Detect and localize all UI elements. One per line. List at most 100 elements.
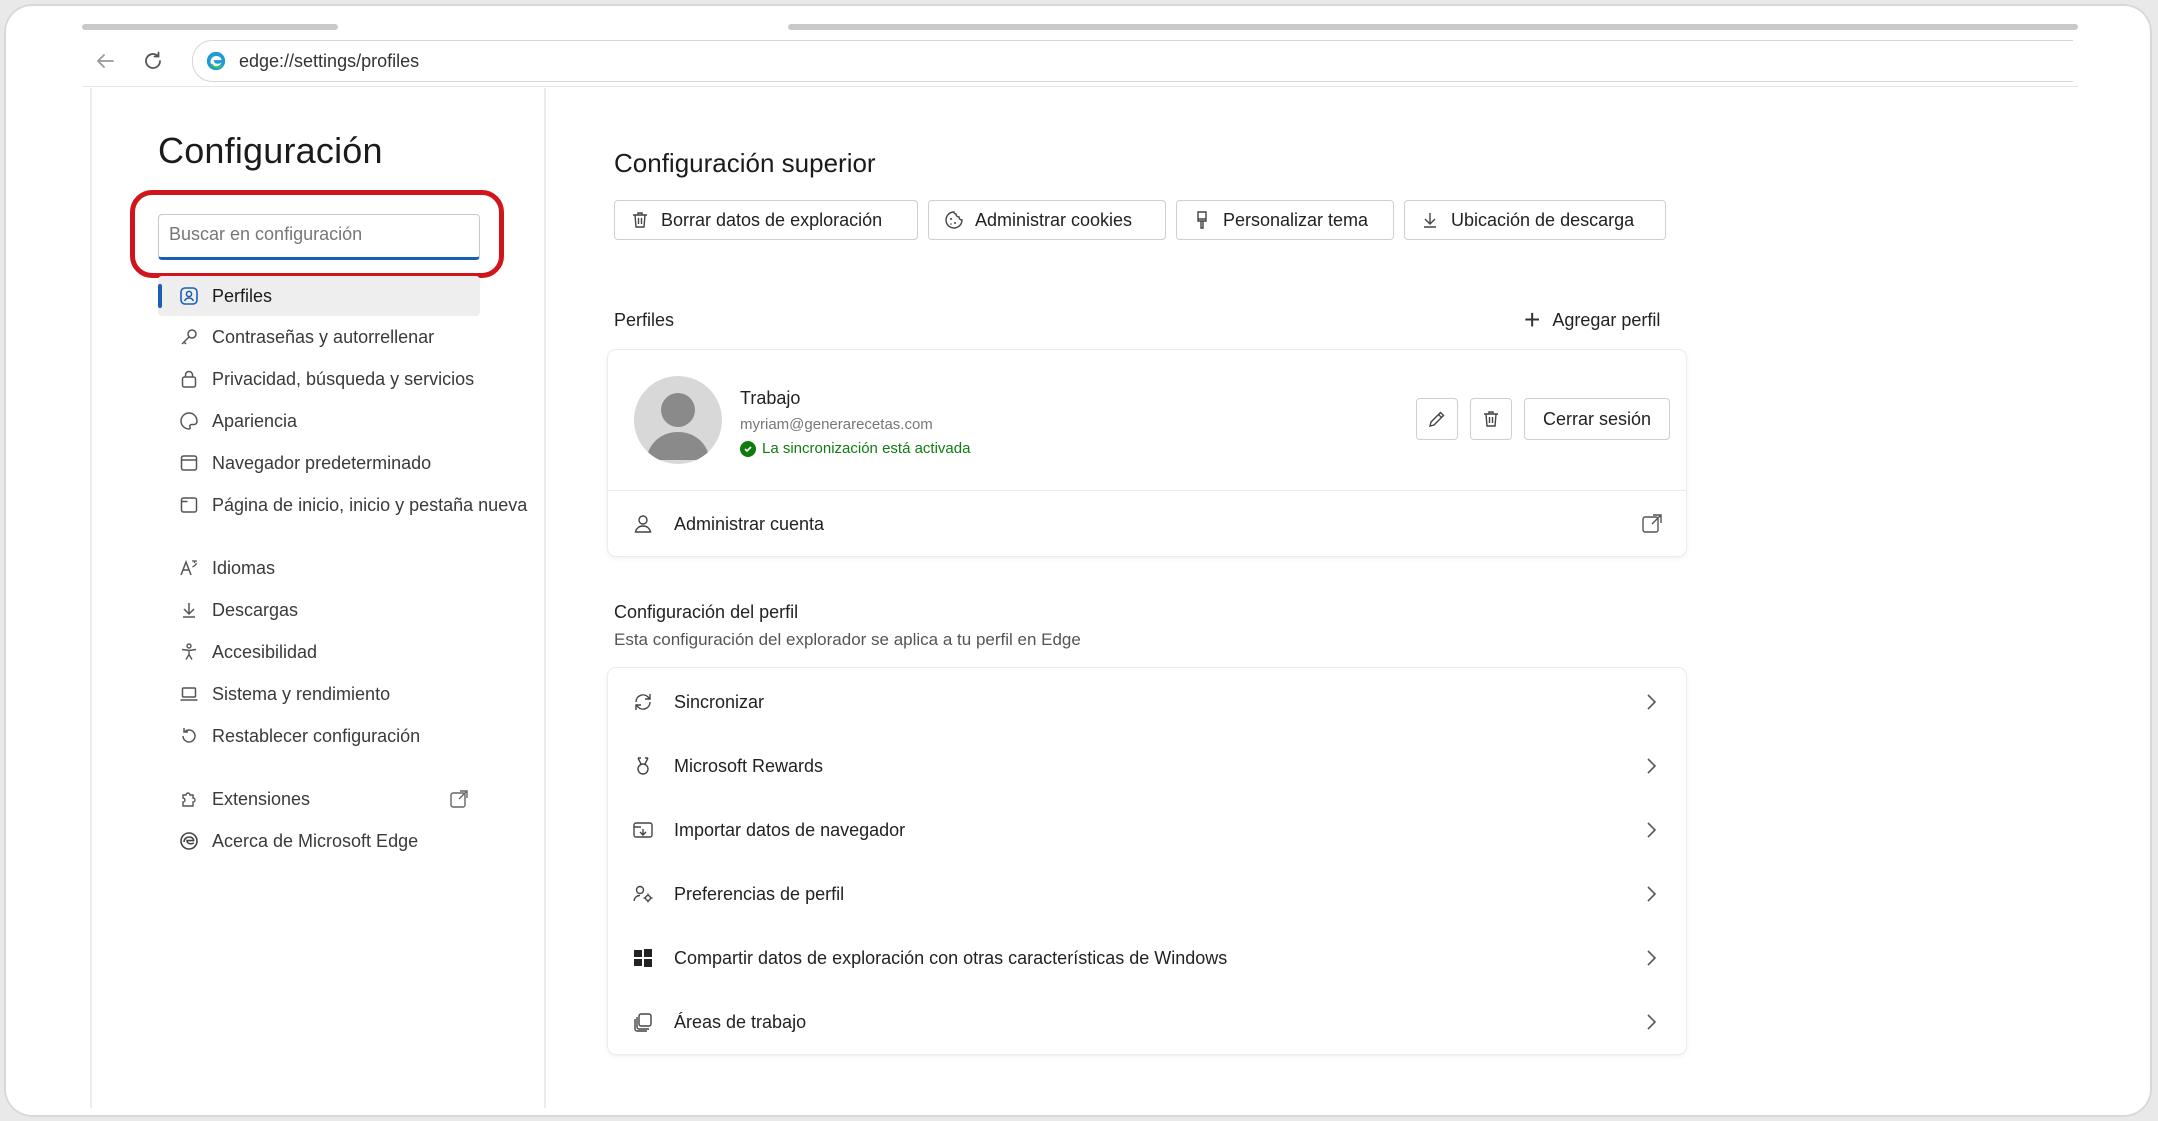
sync-icon <box>630 689 656 715</box>
address-bar[interactable]: edge://settings/profiles <box>192 40 2073 82</box>
windows-icon <box>630 945 656 971</box>
settings-page: Configuración Perfiles Contraseñas y aut… <box>90 88 2078 1108</box>
reset-icon <box>178 725 200 747</box>
person-silhouette-icon <box>646 393 710 460</box>
download-icon <box>178 599 200 621</box>
sidebar-item-descargas[interactable]: Descargas <box>158 590 480 630</box>
search-input[interactable] <box>159 215 479 253</box>
sidebar-item-label: Idiomas <box>212 557 276 578</box>
trash-icon <box>629 209 651 231</box>
delete-profile-button[interactable] <box>1470 398 1512 440</box>
external-link-icon[interactable] <box>448 788 470 810</box>
sidebar-item-label: Acerca de Microsoft Edge <box>212 830 419 851</box>
chevron-right-icon <box>1647 950 1657 966</box>
avatar <box>634 376 722 464</box>
back-button[interactable] <box>88 44 122 78</box>
browser-toolbar: edge://settings/profiles <box>82 36 2078 84</box>
profile-preferences-icon <box>630 881 656 907</box>
sidebar-item-sistema[interactable]: Sistema y rendimiento <box>158 674 480 714</box>
row-label: Áreas de trabajo <box>674 1011 807 1032</box>
person-icon <box>630 511 656 537</box>
sidebar-item-label: Contraseñas y autorrellenar <box>212 326 435 347</box>
cookie-icon <box>943 209 965 231</box>
browser-icon <box>178 452 200 474</box>
button-label: Borrar datos de exploración <box>661 209 883 230</box>
settings-row-workspaces[interactable]: Áreas de trabajo <box>608 990 1686 1054</box>
plus-icon: + <box>1524 304 1541 335</box>
button-label: Administrar cookies <box>975 209 1133 230</box>
settings-row-preferences[interactable]: Preferencias de perfil <box>608 862 1686 926</box>
sidebar-item-accesibilidad[interactable]: Accesibilidad <box>158 632 480 672</box>
edge-logo-icon <box>206 51 226 71</box>
pencil-icon <box>1429 411 1445 427</box>
sync-status: La sincronización está activada <box>740 440 970 457</box>
row-label: Sincronizar <box>674 691 765 712</box>
sidebar-item-apariencia[interactable]: Apariencia <box>158 401 480 441</box>
manage-account-label: Administrar cuenta <box>674 513 825 534</box>
sidebar-item-acerca[interactable]: Acerca de Microsoft Edge <box>158 821 480 861</box>
address-text: edge://settings/profiles <box>239 50 420 71</box>
sidebar-item-label: Sistema y rendimiento <box>212 683 391 704</box>
profiles-section-label: Perfiles <box>614 310 675 330</box>
add-profile-button[interactable]: + Agregar perfil <box>1524 306 1660 334</box>
sidebar-item-extensiones[interactable]: Extensiones <box>158 779 480 819</box>
sidebar-item-pagina-inicio[interactable]: Página de inicio, inicio y pestaña nueva <box>158 485 538 525</box>
external-link-icon <box>1642 514 1662 533</box>
palette-icon <box>178 410 200 432</box>
tab-segment[interactable] <box>788 24 2078 30</box>
add-profile-label: Agregar perfil <box>1552 309 1661 330</box>
import-icon <box>630 817 656 843</box>
top-settings-title: Configuración superior <box>614 148 876 178</box>
accessibility-icon <box>178 641 200 663</box>
clear-browsing-data-button[interactable]: Borrar datos de exploración <box>614 200 918 240</box>
sidebar-item-label: Descargas <box>212 599 299 620</box>
sign-out-button[interactable]: Cerrar sesión <box>1524 398 1670 440</box>
settings-row-sync[interactable]: Sincronizar <box>608 670 1686 734</box>
chevron-right-icon <box>1647 758 1657 774</box>
row-label: Microsoft Rewards <box>674 755 824 776</box>
settings-row-windows-share[interactable]: Compartir datos de exploración con otras… <box>608 926 1686 990</box>
chevron-right-icon <box>1647 886 1657 902</box>
sidebar-item-label: Extensiones <box>212 788 311 809</box>
edge-icon <box>178 830 200 852</box>
tab-segment[interactable] <box>82 24 338 30</box>
button-label: Personalizar tema <box>1223 209 1369 230</box>
sidebar-item-contrasenas[interactable]: Contraseñas y autorrellenar <box>158 317 480 357</box>
sidebar-item-restablecer[interactable]: Restablecer configuración <box>158 716 480 756</box>
settings-row-rewards[interactable]: Microsoft Rewards <box>608 734 1686 798</box>
row-label: Preferencias de perfil <box>674 883 845 904</box>
sidebar-item-perfiles[interactable]: Perfiles <box>158 276 480 316</box>
chevron-right-icon <box>1647 822 1657 838</box>
chevron-right-icon <box>1647 694 1657 710</box>
settings-row-import[interactable]: Importar datos de navegador <box>608 798 1686 862</box>
lock-icon <box>178 368 200 390</box>
refresh-icon <box>145 51 161 69</box>
check-circle-icon <box>740 440 756 457</box>
sidebar-item-label: Privacidad, búsqueda y servicios <box>212 368 475 389</box>
row-label: Compartir datos de exploración con otras… <box>674 947 1228 968</box>
customize-theme-button[interactable]: Personalizar tema <box>1176 200 1394 240</box>
profile-settings-description: Esta configuración del explorador se apl… <box>614 630 1081 649</box>
download-location-button[interactable]: Ubicación de descarga <box>1404 200 1666 240</box>
screenshot-frame: edge://settings/profiles Configuración P… <box>4 4 2152 1117</box>
trash-icon <box>1484 411 1498 427</box>
profile-email: myriam@generarecetas.com <box>740 416 933 433</box>
sidebar-item-idiomas[interactable]: Idiomas <box>158 548 480 588</box>
sidebar-item-navegador[interactable]: Navegador predeterminado <box>158 443 480 483</box>
sidebar-title: Configuración <box>158 130 383 171</box>
search-box[interactable] <box>158 214 480 260</box>
chevron-right-icon <box>1647 1014 1657 1030</box>
rewards-icon <box>630 753 656 779</box>
brush-icon <box>1191 209 1213 231</box>
edit-profile-button[interactable] <box>1416 398 1458 440</box>
manage-cookies-button[interactable]: Administrar cookies <box>928 200 1166 240</box>
row-label: Importar datos de navegador <box>674 819 906 840</box>
sidebar-item-privacidad[interactable]: Privacidad, búsqueda y servicios <box>158 359 480 399</box>
settings-main: Configuración superior Borrar datos de e… <box>558 88 2058 1108</box>
manage-account-row[interactable]: Administrar cuenta <box>608 492 1686 556</box>
sidebar-item-label: Página de inicio, inicio y pestaña nueva <box>212 494 528 515</box>
refresh-button[interactable] <box>136 44 170 78</box>
profile-settings-title: Configuración del perfil <box>614 602 799 622</box>
language-icon <box>178 557 200 579</box>
card-divider <box>608 490 1686 491</box>
